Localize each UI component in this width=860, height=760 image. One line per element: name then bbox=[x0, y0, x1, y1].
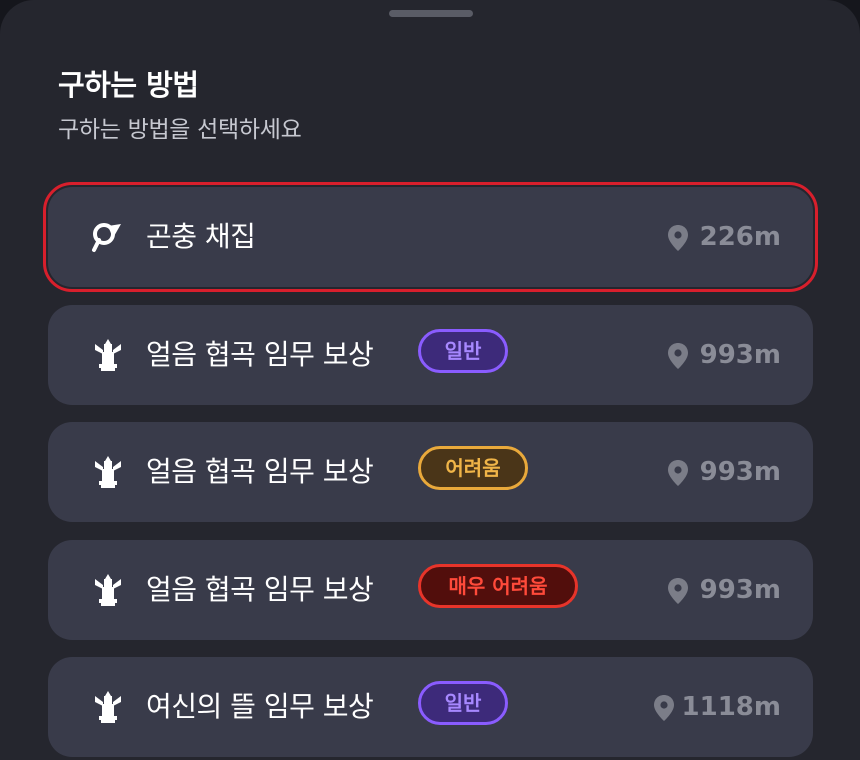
method-label: 곤충 채집 bbox=[146, 220, 256, 253]
statue-icon bbox=[95, 691, 121, 723]
method-item-ice-canyon-normal[interactable]: 얼음 협곡 임무 보상 일반 993m bbox=[48, 305, 813, 405]
method-item-ice-canyon-very-hard[interactable]: 얼음 협곡 임무 보상 매우 어려움 993m bbox=[48, 540, 813, 640]
location-pin-icon bbox=[668, 578, 688, 604]
difficulty-badge: 매우 어려움 bbox=[418, 564, 578, 608]
location-pin-icon bbox=[654, 695, 674, 721]
location-pin-icon bbox=[668, 460, 688, 486]
statue-icon bbox=[95, 339, 121, 371]
sheet-title: 구하는 방법 bbox=[58, 68, 199, 102]
drag-handle[interactable] bbox=[389, 10, 473, 17]
sheet-subtitle: 구하는 방법을 선택하세요 bbox=[58, 117, 302, 143]
location-pin-icon bbox=[668, 225, 688, 251]
bottom-sheet: 구하는 방법 구하는 방법을 선택하세요 곤충 채집 226m 얼음 협곡 임무… bbox=[0, 0, 860, 760]
distance-text: 993m bbox=[699, 340, 781, 370]
method-label: 얼음 협곡 임무 보상 bbox=[146, 338, 374, 371]
distance-text: 226m bbox=[699, 222, 781, 252]
difficulty-badge: 일반 bbox=[418, 329, 508, 373]
distance-text: 1118m bbox=[681, 692, 781, 722]
method-label: 얼음 협곡 임무 보상 bbox=[146, 573, 374, 606]
method-label: 얼음 협곡 임무 보상 bbox=[146, 455, 374, 488]
difficulty-badge: 어려움 bbox=[418, 446, 528, 490]
method-label: 여신의 뜰 임무 보상 bbox=[146, 690, 374, 723]
statue-icon bbox=[95, 456, 121, 488]
distance-text: 993m bbox=[699, 575, 781, 605]
method-item-goddess-garden-normal[interactable]: 여신의 뜰 임무 보상 일반 1118m bbox=[48, 657, 813, 757]
insect-net-icon bbox=[92, 223, 121, 252]
method-item-ice-canyon-hard[interactable]: 얼음 협곡 임무 보상 어려움 993m bbox=[48, 422, 813, 522]
method-item-insect-collecting[interactable]: 곤충 채집 226m bbox=[43, 182, 818, 292]
statue-icon bbox=[95, 574, 121, 606]
difficulty-badge: 일반 bbox=[418, 681, 508, 725]
distance-text: 993m bbox=[699, 457, 781, 487]
location-pin-icon bbox=[668, 343, 688, 369]
